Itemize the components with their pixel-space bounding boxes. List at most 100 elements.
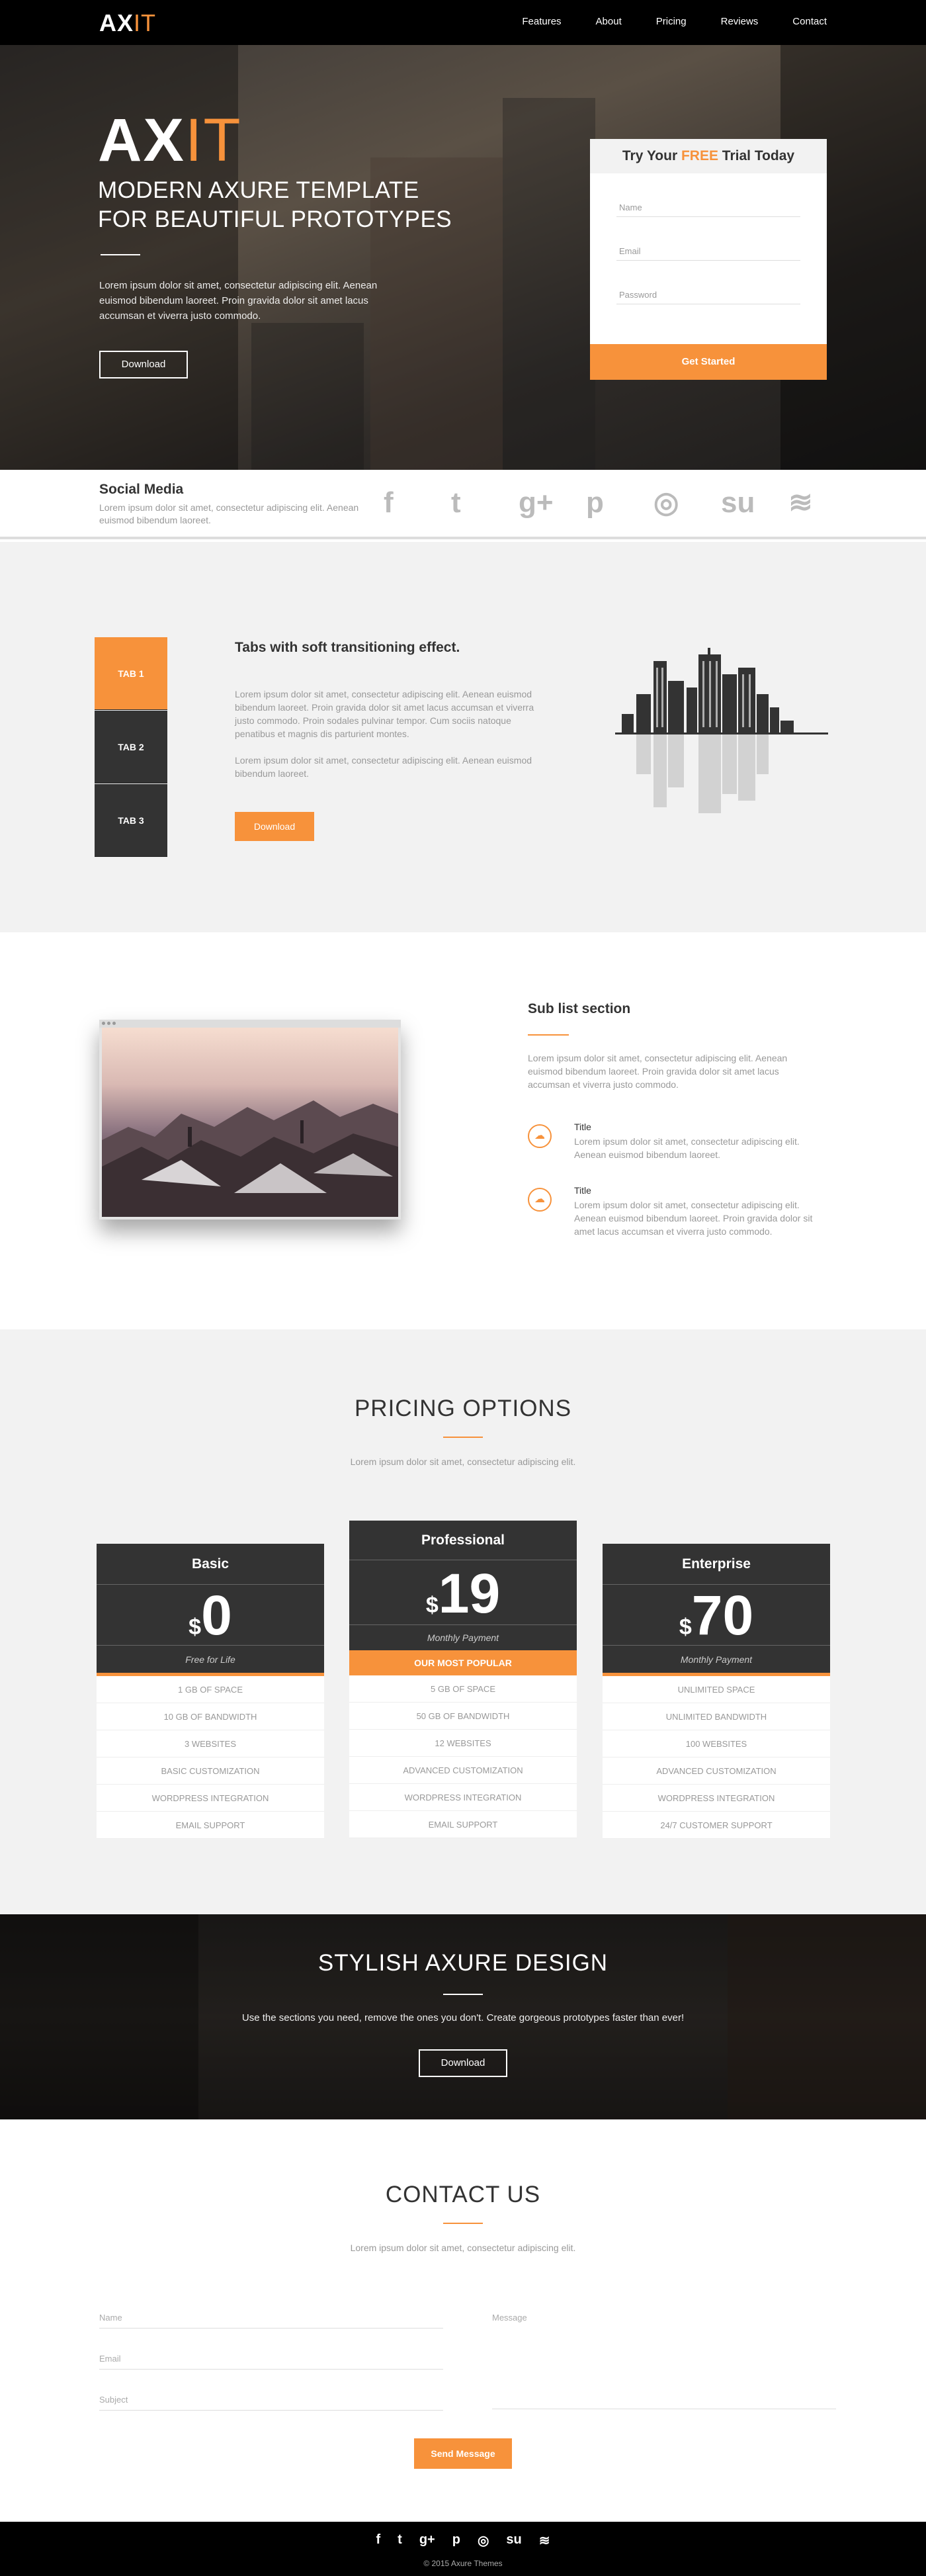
- cloud-icon: ☁: [528, 1188, 552, 1212]
- plan-amount: 0: [201, 1584, 232, 1646]
- hero-tagline-line1: MODERN AXURE TEMPLATE: [98, 177, 419, 203]
- plan-name: Professional: [349, 1521, 577, 1560]
- top-navbar: AXIT Features About Pricing Reviews Cont…: [0, 0, 926, 45]
- tab-heading: Tabs with soft transitioning effect.: [235, 640, 460, 655]
- social-media-strip: Social Media Lorem ipsum dolor sit amet,…: [0, 470, 926, 539]
- contact-subject-input[interactable]: Subject: [99, 2395, 443, 2411]
- plan-feature: UNLIMITED SPACE: [603, 1676, 830, 1703]
- tab-3[interactable]: TAB 3: [95, 784, 167, 857]
- browser-toolbar: [99, 1020, 401, 1028]
- twitter-icon[interactable]: t: [451, 486, 519, 520]
- contact-section: CONTACT US Lorem ipsum dolor sit amet, c…: [0, 2119, 926, 2522]
- hero-section: AXIT MODERN AXURE TEMPLATE FOR BEAUTIFUL …: [0, 45, 926, 470]
- rss-icon[interactable]: ≋: [788, 486, 856, 520]
- plan-feature: WORDPRESS INTEGRATION: [349, 1784, 577, 1811]
- plan-price: $0: [97, 1585, 324, 1646]
- city-skyline-illustration: [615, 648, 828, 813]
- contact-title: CONTACT US: [385, 2182, 541, 2207]
- google-plus-icon[interactable]: g+: [519, 486, 586, 520]
- sublist-item-text: Lorem ipsum dolor sit amet, consectetur …: [574, 1136, 800, 1160]
- trial-form-title: Try Your FREE Trial Today: [590, 139, 827, 173]
- banner-title: STYLISH AXURE DESIGN: [317, 1950, 609, 1976]
- tab-1[interactable]: TAB 1: [95, 637, 167, 710]
- plan-name: Enterprise: [603, 1544, 830, 1585]
- plan-features: 1 GB OF SPACE 10 GB OF BANDWIDTH 3 WEBSI…: [97, 1676, 324, 1839]
- pricing-title: PRICING OPTIONS: [354, 1396, 572, 1421]
- plan-amount: 19: [438, 1562, 501, 1624]
- nav-links: Features About Pricing Reviews Contact: [487, 16, 827, 27]
- facebook-icon[interactable]: f: [376, 2532, 380, 2549]
- window-dot-icon: [102, 1022, 105, 1025]
- pricing-card-professional[interactable]: Professional $19 Monthly Payment OUR MOS…: [349, 1521, 577, 1838]
- social-text: Lorem ipsum dolor sit amet, consectetur …: [99, 502, 359, 525]
- rooftops-illustration: [102, 1100, 398, 1217]
- sublist-item-title: Title: [574, 1185, 591, 1196]
- social-title: Social Media: [99, 482, 184, 497]
- sublist-divider: [528, 1034, 569, 1036]
- plan-note: Monthly Payment: [349, 1625, 577, 1650]
- instagram-icon[interactable]: ◎: [653, 486, 721, 520]
- copyright-text: © 2015 Axure Themes: [423, 2559, 503, 2568]
- plan-feature: UNLIMITED BANDWIDTH: [603, 1703, 830, 1730]
- facebook-icon[interactable]: f: [384, 486, 451, 520]
- nav-link-contact[interactable]: Contact: [792, 16, 827, 27]
- trial-email-input[interactable]: Email: [616, 233, 800, 261]
- pricing-divider: [443, 1437, 483, 1438]
- pricing-subtitle: Lorem ipsum dolor sit amet, consectetur …: [350, 1456, 576, 1467]
- browser-screenshot-frame: [99, 1020, 401, 1220]
- plan-price: $70: [603, 1585, 830, 1646]
- hero-logo-ax: AX: [98, 107, 185, 174]
- plan-feature: 5 GB OF SPACE: [349, 1675, 577, 1703]
- nav-link-pricing[interactable]: Pricing: [656, 16, 687, 27]
- nav-link-features[interactable]: Features: [522, 16, 561, 27]
- footer: f t g+ p ◎ su ≋ © 2015 Axure Themes: [0, 2522, 926, 2576]
- send-message-button[interactable]: Send Message: [414, 2438, 512, 2469]
- trial-title-pre: Try Your: [622, 148, 681, 163]
- stylish-design-banner: STYLISH AXURE DESIGN Use the sections yo…: [0, 1914, 926, 2119]
- banner-divider: [443, 1994, 483, 1995]
- pinterest-icon[interactable]: p: [452, 2532, 460, 2549]
- brand-logo[interactable]: AXIT: [99, 9, 156, 37]
- trial-title-free: FREE: [681, 148, 718, 163]
- instagram-icon[interactable]: ◎: [478, 2532, 489, 2549]
- plan-name: Basic: [97, 1544, 324, 1585]
- pinterest-icon[interactable]: p: [586, 486, 653, 520]
- plan-feature: ADVANCED CUSTOMIZATION: [603, 1757, 830, 1785]
- logo-text-ax: AX: [99, 9, 134, 36]
- plan-currency: $: [425, 1593, 439, 1618]
- contact-email-input[interactable]: Email: [99, 2354, 443, 2370]
- tabs-section: TAB 1 TAB 2 TAB 3 Tabs with soft transit…: [0, 542, 926, 932]
- contact-name-input[interactable]: Name: [99, 2313, 443, 2329]
- stumbleupon-icon[interactable]: su: [506, 2532, 521, 2549]
- trial-signup-form: Try Your FREE Trial Today Name Email Pas…: [590, 139, 827, 380]
- plan-feature: WORDPRESS INTEGRATION: [603, 1785, 830, 1812]
- pricing-card-enterprise: Enterprise $70 Monthly Payment UNLIMITED…: [603, 1544, 830, 1839]
- city-rooftops-photo: [102, 1028, 398, 1217]
- twitter-icon[interactable]: t: [398, 2532, 402, 2549]
- trial-password-input[interactable]: Password: [616, 277, 800, 304]
- footer-social-icons: f t g+ p ◎ su ≋: [0, 2532, 926, 2549]
- nav-link-about[interactable]: About: [596, 16, 622, 27]
- window-dot-icon: [112, 1022, 116, 1025]
- sublist-item-title: Title: [574, 1122, 591, 1132]
- nav-link-reviews[interactable]: Reviews: [721, 16, 759, 27]
- hero-logo: AXIT: [98, 106, 242, 175]
- contact-message-textarea[interactable]: Message: [492, 2313, 836, 2409]
- trial-name-input[interactable]: Name: [616, 189, 800, 217]
- tab-download-button[interactable]: Download: [235, 812, 314, 841]
- hero-download-button[interactable]: Download: [99, 351, 188, 378]
- hero-tagline-line2: FOR BEAUTIFUL PROTOTYPES: [98, 206, 452, 232]
- plan-features: 5 GB OF SPACE 50 GB OF BANDWIDTH 12 WEBS…: [349, 1675, 577, 1838]
- hero-tower: [503, 98, 595, 470]
- get-started-button[interactable]: Get Started: [590, 344, 827, 380]
- sublist-item-text: Lorem ipsum dolor sit amet, consectetur …: [574, 1200, 813, 1237]
- google-plus-icon[interactable]: g+: [419, 2532, 435, 2549]
- plan-feature: 1 GB OF SPACE: [97, 1676, 324, 1703]
- plan-feature: 10 GB OF BANDWIDTH: [97, 1703, 324, 1730]
- plan-feature: 100 WEBSITES: [603, 1730, 830, 1757]
- rss-icon[interactable]: ≋: [539, 2532, 550, 2549]
- banner-download-button[interactable]: Download: [419, 2049, 507, 2077]
- plan-feature: 24/7 CUSTOMER SUPPORT: [603, 1812, 830, 1839]
- tab-2[interactable]: TAB 2: [95, 711, 167, 783]
- stumbleupon-icon[interactable]: su: [721, 486, 788, 520]
